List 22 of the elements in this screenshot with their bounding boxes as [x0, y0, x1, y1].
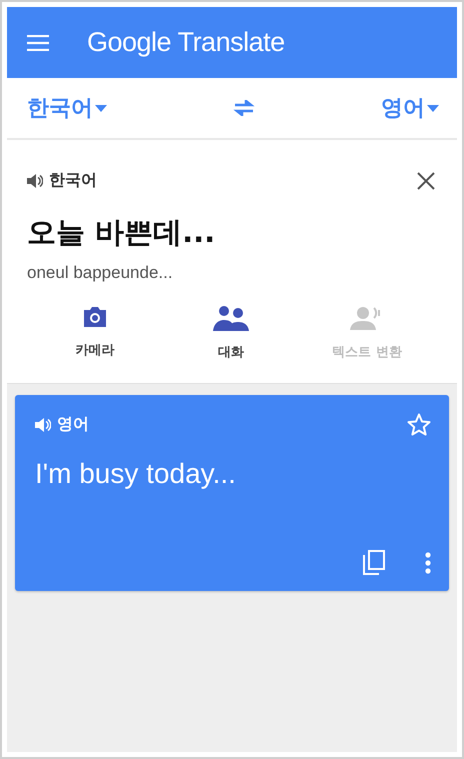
people-icon: [213, 305, 249, 331]
source-language-speak-button[interactable]: 한국어: [27, 170, 97, 191]
romanization-text: oneul bappeunde...: [27, 263, 174, 283]
copy-icon[interactable]: [363, 550, 385, 575]
speaker-icon: [27, 174, 43, 188]
tool-button[interactable]: 대화: [163, 305, 299, 383]
app-title: Google Translate: [87, 27, 285, 58]
speaker-icon: [35, 418, 51, 432]
source-language-button[interactable]: 한국어: [27, 93, 107, 123]
tool-button[interactable]: 카메라: [27, 305, 163, 383]
camera-icon: [82, 305, 108, 329]
more-icon[interactable]: [425, 552, 431, 574]
translation-text: I'm busy today...: [35, 458, 237, 491]
close-icon[interactable]: [417, 172, 435, 190]
source-text: 오늘 바쁜데...: [27, 214, 216, 251]
caret-icon: [95, 104, 107, 112]
target-language-button[interactable]: 영어: [381, 93, 439, 123]
swap-icon[interactable]: [233, 100, 255, 116]
target-language-speak-button[interactable]: 영어: [35, 414, 89, 435]
star-icon[interactable]: [407, 413, 431, 436]
caret-icon: [427, 104, 439, 112]
menu-icon[interactable]: [27, 34, 49, 50]
